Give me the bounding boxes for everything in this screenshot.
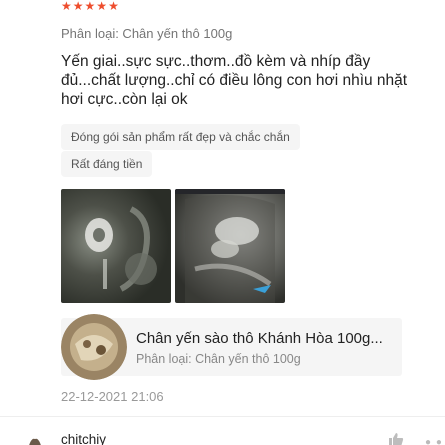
star-icon: ★ [84,0,96,13]
review-date: 22-12-2021 21:06 [61,389,164,404]
more-options-icon[interactable]: ● ● ● [425,437,445,445]
star-icon: ★ [72,0,84,13]
product-variant: Phân loại: Chân yến thô 100g [136,352,301,366]
product-thumbnail[interactable] [61,314,127,380]
reviewer-avatar[interactable] [28,436,42,445]
review-product-card[interactable]: Chân yến sào thô Khánh Hòa 100g... Phân … [61,314,402,380]
star-icon: ★ [108,0,119,13]
review-text: Yến giai..sực sực..thơm..đồ kèm và nhíp … [61,53,408,108]
review-photo[interactable] [61,189,171,303]
photo-1-image [85,206,157,292]
review-divider [0,416,445,417]
review-photo[interactable] [175,189,285,303]
review-photos [61,189,285,303]
review-tag-value: Rất đáng tiền [61,151,153,177]
star-icon: ★ [96,0,108,13]
product-thumbnail-image [61,314,127,380]
avatar-icon [29,438,41,445]
thumbs-up-icon[interactable] [388,432,404,445]
review-rating-stars: ★ ★ ★ ★ ★ [61,0,119,12]
review-variant: Phân loại: Chân yến thô 100g [61,26,233,41]
review-tag-packaging: Đóng gói sản phẩm rất đẹp và chắc chắn [61,124,300,150]
reviewer-username[interactable]: chitchiy [61,432,106,445]
product-name[interactable]: Chân yến sào thô Khánh Hòa 100g... [136,330,383,347]
photo-2-image [175,189,285,303]
star-icon: ★ [61,0,72,13]
